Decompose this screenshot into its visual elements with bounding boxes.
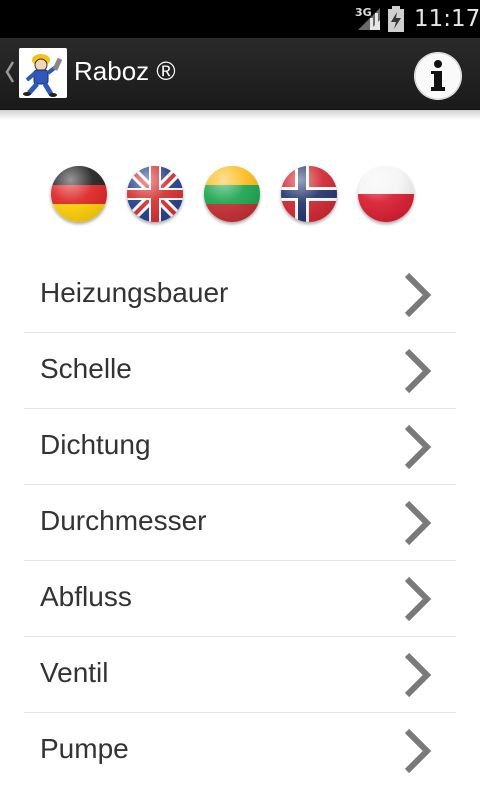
info-button[interactable]	[414, 52, 462, 100]
chevron-right-icon	[404, 728, 432, 774]
plumber-logo-icon[interactable]	[19, 48, 67, 98]
term-list: Heizungsbauer Schelle Dichtung Durchmess…	[24, 257, 456, 789]
flag-lithuania-icon[interactable]	[204, 166, 260, 222]
list-item[interactable]: Pumpe	[24, 713, 456, 789]
list-item-label: Ventil	[40, 657, 109, 688]
chevron-right-icon	[404, 652, 432, 698]
list-item[interactable]: Schelle	[24, 333, 456, 409]
signal-strength-icon	[358, 8, 380, 30]
flag-norway-icon[interactable]	[281, 166, 337, 222]
list-item[interactable]: Dichtung	[24, 409, 456, 485]
chevron-right-icon	[404, 348, 432, 394]
flag-germany-icon[interactable]	[51, 166, 107, 222]
info-icon	[414, 52, 462, 100]
list-item[interactable]: Abfluss	[24, 561, 456, 637]
list-item[interactable]: Ventil	[24, 637, 456, 713]
list-item-label: Pumpe	[40, 733, 129, 764]
action-bar-shadow	[0, 110, 480, 120]
chevron-right-icon	[404, 272, 432, 318]
flag-uk-icon[interactable]	[127, 166, 183, 222]
action-bar: Raboz ®	[0, 38, 480, 110]
battery-charging-icon	[388, 6, 404, 32]
chevron-right-icon	[404, 500, 432, 546]
list-item-label: Heizungsbauer	[40, 277, 229, 308]
list-item-label: Dichtung	[40, 429, 151, 460]
app-title: Raboz ®	[74, 56, 176, 86]
list-item-label: Schelle	[40, 353, 132, 384]
up-caret-icon[interactable]	[5, 60, 15, 84]
chevron-right-icon	[404, 424, 432, 470]
list-item-label: Abfluss	[40, 581, 132, 612]
list-item[interactable]: Durchmesser	[24, 485, 456, 561]
language-selector	[0, 166, 480, 224]
list-item[interactable]: Heizungsbauer	[24, 257, 456, 333]
status-bar: 3G 11:17	[0, 0, 480, 38]
chevron-right-icon	[404, 576, 432, 622]
flag-poland-icon[interactable]	[358, 166, 414, 222]
list-item-label: Durchmesser	[40, 505, 207, 536]
clock: 11:17	[414, 6, 480, 32]
